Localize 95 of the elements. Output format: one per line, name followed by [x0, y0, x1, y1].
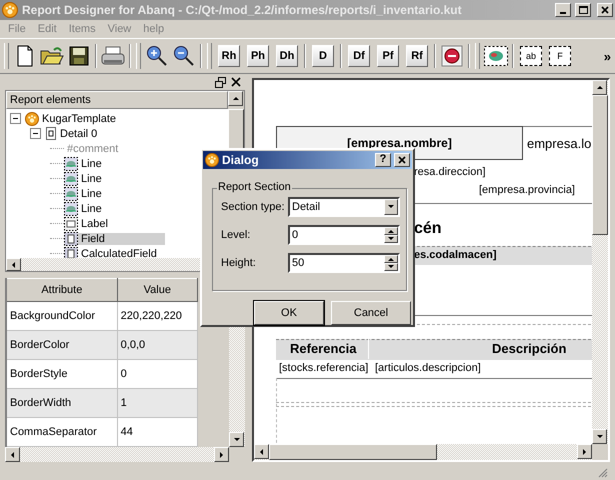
table-cell[interactable]: 0,0,0 — [117, 330, 198, 360]
line-item-icon — [64, 202, 78, 216]
tree-item[interactable]: Line — [78, 158, 105, 170]
left-arrow-icon — [258, 448, 266, 456]
right-arrow-icon — [218, 450, 226, 458]
paw-icon — [205, 152, 219, 167]
column-header[interactable]: Value — [117, 278, 198, 302]
tree-item[interactable]: KugarTemplate — [39, 112, 119, 124]
section-button[interactable]: Dh — [276, 45, 298, 67]
left-arrow-icon — [10, 260, 18, 268]
down-arrow-icon — [232, 436, 240, 444]
section-button[interactable]: Ph — [247, 45, 269, 67]
section-type-dropdown[interactable]: Detail — [288, 196, 400, 217]
section-button[interactable]: Pf — [377, 45, 399, 67]
table-cell[interactable]: BorderStyle — [6, 360, 118, 388]
table-cell[interactable]: 220,220,220 — [117, 302, 198, 330]
tree-header: Report elements — [6, 91, 228, 109]
minus-icon — [32, 130, 39, 137]
scroll-up-button[interactable] — [228, 91, 243, 106]
close-icon — [398, 156, 406, 164]
tree-item[interactable]: Line — [78, 188, 105, 200]
minimize-button[interactable] — [555, 3, 571, 17]
tree-item[interactable]: Line — [78, 202, 105, 214]
section-button[interactable]: Rh — [218, 45, 240, 67]
paw-icon — [25, 112, 39, 126]
report-field[interactable]: es.codalmacen] — [414, 249, 497, 261]
down-arrow-icon — [388, 264, 394, 269]
vertical-scrollbar[interactable] — [592, 80, 608, 444]
up-arrow-icon — [388, 256, 394, 261]
field-item-icon — [64, 232, 78, 246]
window-title: Report Designer for Abanq - C:/Qt-/mod_2.2/informes/reports/i_inventario.kut — [22, 3, 463, 17]
tree-item[interactable]: CalculatedField — [78, 248, 160, 258]
section-button[interactable]: Df — [348, 45, 370, 67]
close-icon[interactable] — [229, 76, 242, 88]
cancel-button[interactable]: Cancel — [331, 301, 411, 325]
up-arrow-icon — [388, 228, 394, 233]
up-arrow-icon — [232, 94, 240, 102]
item-button[interactable]: ab — [520, 46, 542, 66]
toolbar-overflow-button[interactable]: » — [602, 48, 613, 64]
tree-item[interactable]: Line — [78, 172, 105, 184]
close-button[interactable] — [394, 152, 410, 167]
number-field[interactable]: 50 — [288, 252, 400, 273]
ok-button[interactable]: OK — [254, 301, 324, 325]
maximize-button[interactable] — [575, 3, 591, 17]
line-item-icon — [64, 186, 78, 200]
horizontal-scrollbar[interactable] — [254, 444, 592, 460]
report-field[interactable]: empresa.lo — [527, 136, 592, 151]
tree-item[interactable]: Label — [78, 218, 111, 230]
left-arrow-icon — [8, 450, 16, 458]
tree-item[interactable]: Detail 0 — [57, 128, 100, 140]
table-cell[interactable]: 0 — [117, 360, 198, 388]
tree-item[interactable]: Field — [78, 232, 165, 244]
help-button[interactable]: ? — [375, 152, 391, 167]
down-arrow-icon — [596, 432, 604, 440]
page-icon — [45, 127, 57, 140]
collapse-toggle[interactable] — [10, 113, 21, 124]
paw-icon — [2, 2, 18, 18]
close-icon — [601, 6, 609, 14]
field-label: Height: — [221, 256, 257, 269]
field-label: Level: — [221, 228, 252, 241]
field-item-icon — [64, 246, 78, 258]
report-field[interactable]: [articulos.descripcion] — [375, 362, 481, 374]
report-label[interactable]: cén — [414, 220, 442, 238]
report-field[interactable]: resa.direccion] — [414, 166, 486, 178]
table-cell[interactable]: BackgroundColor — [6, 302, 118, 330]
line-item-icon — [64, 172, 78, 186]
section-button[interactable]: Rf — [406, 45, 428, 67]
report-field[interactable]: [stocks.referencia] — [279, 362, 368, 374]
report-label[interactable]: Descripción — [492, 341, 566, 356]
table-cell[interactable]: 1 — [117, 388, 198, 418]
tree-item[interactable]: #comment — [64, 142, 122, 154]
label-item-icon — [64, 216, 78, 230]
minus-icon — [12, 115, 19, 122]
float-icon[interactable] — [214, 76, 227, 88]
table-cell[interactable]: BorderWidth — [6, 388, 118, 418]
table-cell[interactable]: 44 — [117, 418, 198, 446]
maximize-icon — [578, 6, 588, 14]
item-button[interactable]: F — [549, 46, 571, 66]
report-field[interactable]: [empresa.provincia] — [479, 184, 575, 196]
right-arrow-icon — [580, 448, 588, 456]
report-label[interactable]: Referencia — [290, 341, 356, 356]
table-cell[interactable]: CommaSeparator — [6, 418, 118, 446]
resize-grip-icon[interactable] — [596, 466, 608, 478]
column-header[interactable]: Attribute — [6, 278, 118, 302]
down-arrow-icon — [388, 236, 394, 241]
table-cell[interactable]: BorderColor — [6, 330, 118, 360]
horizontal-scrollbar[interactable] — [5, 447, 229, 462]
number-field[interactable]: 0 — [288, 224, 400, 245]
up-arrow-icon — [596, 84, 604, 92]
close-button[interactable] — [597, 3, 613, 17]
line-item-icon — [64, 156, 78, 170]
collapse-toggle[interactable] — [30, 128, 41, 139]
down-arrow-icon — [387, 202, 395, 211]
group-title: Report Section — [217, 180, 292, 193]
section-button[interactable]: D — [312, 45, 334, 67]
